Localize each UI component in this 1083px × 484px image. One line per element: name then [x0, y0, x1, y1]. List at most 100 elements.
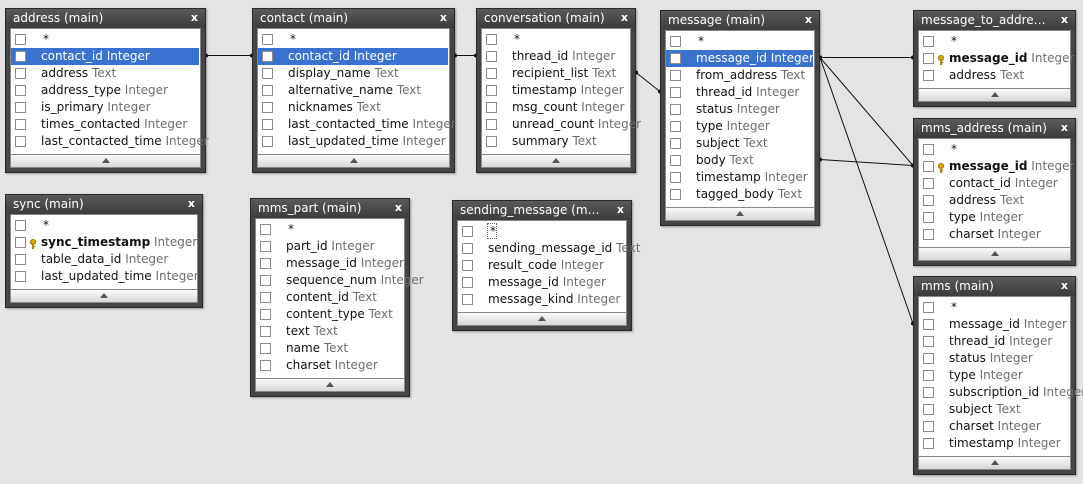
field-checkbox[interactable]: [260, 258, 271, 269]
field-row-type[interactable]: type Integer: [919, 209, 1069, 226]
field-checkbox[interactable]: [260, 275, 271, 286]
field-row-thread-id[interactable]: thread_id Integer: [666, 84, 813, 101]
field-checkbox[interactable]: [923, 438, 934, 449]
field-row-last-updated-time[interactable]: last_updated_time Integer: [258, 133, 448, 150]
field-row-thread-id[interactable]: thread_id Integer: [919, 333, 1069, 350]
table-contact[interactable]: contact (main) x * contact_id Integer displa…: [252, 8, 456, 173]
field-checkbox[interactable]: [260, 326, 271, 337]
field-row-status[interactable]: status Integer: [666, 101, 813, 118]
field-checkbox[interactable]: [15, 34, 26, 45]
field-row-alternative-name[interactable]: alternative_name Text: [258, 82, 448, 99]
field-checkbox[interactable]: [15, 271, 26, 282]
table-message[interactable]: message (main) x * message_id Integer from_a…: [660, 10, 820, 226]
field-row-from-address[interactable]: from_address Text: [666, 67, 813, 84]
field-checkbox[interactable]: [260, 224, 271, 235]
field-checkbox[interactable]: [923, 195, 934, 206]
field-row-message-id[interactable]: message_id Integer: [919, 50, 1074, 67]
field-row-part-id[interactable]: part_id Integer: [256, 238, 403, 255]
field-row-last-updated-time[interactable]: last_updated_time Integer: [11, 268, 199, 285]
close-icon[interactable]: x: [395, 199, 402, 217]
field-checkbox[interactable]: [923, 36, 934, 47]
field-row-message-id[interactable]: message_id Integer: [919, 316, 1069, 333]
field-checkbox[interactable]: [486, 136, 497, 147]
table-title-bar[interactable]: message (main) x: [661, 11, 819, 30]
field-row-sync-timestamp[interactable]: sync_timestamp Integer: [11, 234, 197, 251]
table-title-bar[interactable]: message_to_address (main) x: [914, 11, 1075, 30]
field-row-content-id[interactable]: content_id Text: [256, 289, 403, 306]
table-title-bar[interactable]: sync (main) x: [6, 195, 202, 214]
field-checkbox[interactable]: [15, 254, 26, 265]
field-checkbox[interactable]: [923, 353, 934, 364]
all-columns-row[interactable]: *: [919, 33, 1069, 50]
table-title-bar[interactable]: mms_part (main) x: [251, 199, 409, 218]
table-sending-message[interactable]: sending_message (main) x * sending_message_…: [452, 200, 640, 331]
field-row-timestamp[interactable]: timestamp Integer: [919, 435, 1069, 452]
field-checkbox[interactable]: [670, 155, 681, 166]
field-checkbox[interactable]: [486, 85, 497, 96]
close-icon[interactable]: x: [1061, 119, 1068, 137]
field-checkbox[interactable]: [923, 302, 934, 313]
field-checkbox[interactable]: [262, 51, 273, 62]
field-checkbox[interactable]: [15, 85, 26, 96]
all-columns-row[interactable]: *: [919, 299, 1069, 316]
field-row-sending-message-id[interactable]: sending_message_id Text: [458, 240, 640, 257]
table-mms-part[interactable]: mms_part (main) x * part_id Integer message_…: [250, 198, 424, 397]
close-icon[interactable]: x: [617, 201, 624, 219]
field-row-body[interactable]: body Text: [666, 152, 813, 169]
field-checkbox[interactable]: [670, 70, 681, 81]
field-row-msg-count[interactable]: msg_count Integer: [482, 99, 629, 116]
table-title-bar[interactable]: contact (main) x: [253, 9, 454, 28]
field-row-name[interactable]: name Text: [256, 340, 403, 357]
field-checkbox[interactable]: [670, 87, 681, 98]
field-checkbox[interactable]: [486, 51, 497, 62]
field-checkbox[interactable]: [15, 237, 26, 248]
field-checkbox[interactable]: [670, 172, 681, 183]
collapse-button[interactable]: [918, 247, 1071, 261]
table-title-bar[interactable]: mms_address (main) x: [914, 119, 1075, 138]
field-row-last-contacted-time[interactable]: last_contacted_time Integer: [258, 116, 456, 133]
field-row-is-primary[interactable]: is_primary Integer: [11, 99, 199, 116]
field-row-message-kind[interactable]: message_kind Integer: [458, 291, 625, 308]
field-checkbox[interactable]: [462, 260, 473, 271]
all-columns-row[interactable]: *: [919, 141, 1069, 158]
field-row-sequence-num[interactable]: sequence_num Integer: [256, 272, 424, 289]
table-address[interactable]: address (main) x * contact_id Integer addres…: [5, 8, 209, 173]
field-row-timestamp[interactable]: timestamp Integer: [666, 169, 813, 186]
field-row-result-code[interactable]: result_code Integer: [458, 257, 625, 274]
field-row-message-id[interactable]: message_id Integer: [458, 274, 625, 291]
collapse-button[interactable]: [10, 289, 198, 303]
field-checkbox[interactable]: [15, 102, 26, 113]
field-row-charset[interactable]: charset Integer: [256, 357, 403, 374]
field-checkbox[interactable]: [923, 161, 934, 172]
all-columns-row[interactable]: *: [256, 221, 403, 238]
collapse-button[interactable]: [918, 456, 1071, 470]
field-checkbox[interactable]: [923, 229, 934, 240]
field-row-status[interactable]: status Integer: [919, 350, 1069, 367]
field-checkbox[interactable]: [923, 370, 934, 381]
field-row-address[interactable]: address Text: [11, 65, 199, 82]
all-columns-row[interactable]: *: [11, 31, 199, 48]
collapse-button[interactable]: [481, 154, 631, 168]
field-row-type[interactable]: type Integer: [919, 367, 1069, 384]
all-columns-row[interactable]: *: [482, 31, 629, 48]
all-columns-row[interactable]: *: [666, 33, 813, 50]
field-row-contact-id[interactable]: contact_id Integer: [919, 175, 1069, 192]
field-row-charset[interactable]: charset Integer: [919, 418, 1069, 435]
field-checkbox[interactable]: [670, 36, 681, 47]
field-row-display-name[interactable]: display_name Text: [258, 65, 448, 82]
field-checkbox[interactable]: [923, 319, 934, 330]
field-checkbox[interactable]: [260, 309, 271, 320]
table-title-bar[interactable]: sending_message (main) x: [453, 201, 631, 220]
field-row-contact-id[interactable]: contact_id Integer: [11, 48, 199, 65]
all-columns-row[interactable]: *: [458, 223, 625, 240]
collapse-button[interactable]: [257, 154, 450, 168]
collapse-button[interactable]: [255, 378, 405, 392]
table-conversation[interactable]: conversation (main) x * thread_id Integer re…: [476, 8, 641, 173]
collapse-button[interactable]: [665, 207, 815, 221]
field-row-charset[interactable]: charset Integer: [919, 226, 1069, 243]
field-checkbox[interactable]: [923, 336, 934, 347]
field-row-subject[interactable]: subject Text: [666, 135, 813, 152]
field-row-thread-id[interactable]: thread_id Integer: [482, 48, 629, 65]
close-icon[interactable]: x: [440, 9, 447, 27]
field-checkbox[interactable]: [462, 294, 473, 305]
